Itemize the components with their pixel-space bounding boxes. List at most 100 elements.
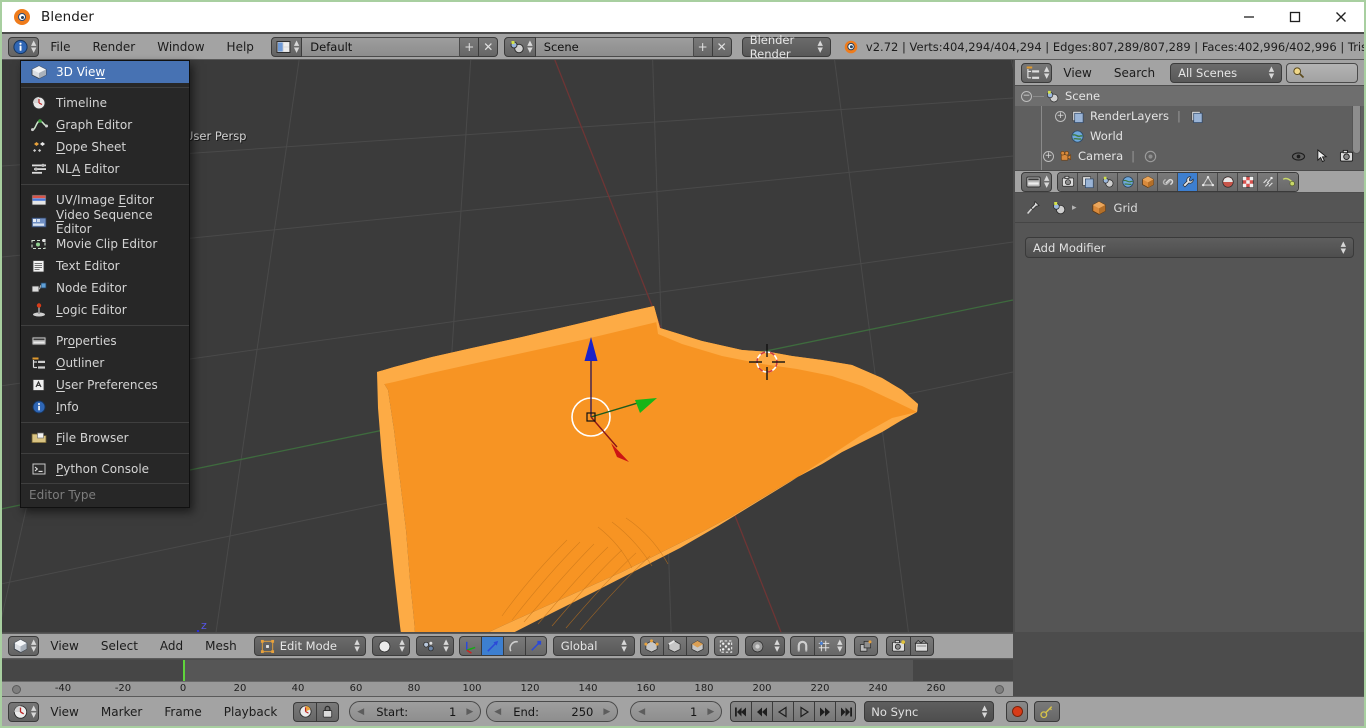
render-engine-selector[interactable]: Blender Render ▲ ▼ (741, 33, 831, 61)
tab-object[interactable] (1138, 172, 1159, 191)
editor-type-selector-properties[interactable]: ▲ ▼ (1021, 171, 1053, 192)
record-button[interactable] (1006, 701, 1029, 722)
end-frame-field[interactable]: ◀ End: 250 ▶ (486, 701, 619, 722)
timeline-scroll-right-handle[interactable] (995, 685, 1004, 694)
timeline-menu-playback[interactable]: Playback (213, 705, 289, 719)
auto-keyframe-icon[interactable] (293, 701, 317, 722)
play-reverse-icon[interactable] (772, 701, 794, 722)
menu-item-user-preferences[interactable]: User Preferences (21, 374, 189, 396)
editor-type-selector-info[interactable]: ▲ ▼ (8, 36, 40, 57)
render-image-icon[interactable] (885, 636, 910, 656)
lock-icon[interactable] (316, 701, 340, 722)
outliner-menu-view[interactable]: View (1052, 66, 1102, 80)
tab-modifiers[interactable] (1178, 172, 1199, 191)
jump-to-start-icon[interactable] (730, 701, 752, 722)
menu-item-movie-clip-editor[interactable]: Movie Clip Editor (21, 233, 189, 255)
view3d-menu-view[interactable]: View (39, 639, 89, 653)
tab-physics[interactable] (1278, 172, 1299, 191)
menu-item-info[interactable]: Info (21, 396, 189, 418)
expander-expand-icon[interactable]: + (1055, 110, 1066, 122)
tab-particles[interactable] (1258, 172, 1279, 191)
scene-icon[interactable]: ▲ ▼ (504, 36, 536, 57)
shading-selector[interactable]: ▲ ▼ (371, 636, 410, 656)
menu-item-properties[interactable]: Properties (21, 330, 189, 352)
outliner-row-renderlayers[interactable]: + RenderLayers | (1015, 106, 1364, 126)
menu-item-3d-view[interactable]: 3D View (21, 61, 189, 83)
timeline-ruler[interactable]: -40 -20 0 20 40 60 80 100 120 140 160 18… (2, 681, 1013, 696)
jump-next-keyframe-icon[interactable] (814, 701, 836, 722)
increment-arrow-icon[interactable]: ▶ (603, 707, 610, 717)
camera-data-icon[interactable] (1143, 149, 1158, 164)
screen-layout-icon[interactable]: ▲ ▼ (270, 36, 303, 57)
scene-field[interactable]: Scene (535, 36, 694, 57)
rotate-manipulator-icon[interactable] (502, 636, 525, 656)
increment-arrow-icon[interactable]: ▶ (466, 707, 473, 717)
jump-to-end-icon[interactable] (835, 701, 857, 722)
view3d-menu-mesh[interactable]: Mesh (194, 639, 248, 653)
edge-select-icon[interactable] (662, 636, 686, 656)
outliner-tree[interactable]: − Scene + RenderLayers | World + Camera … (1015, 86, 1364, 170)
menu-item-nla-editor[interactable]: NLA Editor (21, 158, 189, 180)
editor-type-selector-outliner[interactable]: ▲ ▼ (1021, 62, 1053, 83)
object-cube-icon[interactable] (1091, 200, 1107, 216)
timeline-scroll-left-handle[interactable] (12, 685, 21, 694)
camera-render-icon[interactable] (1339, 149, 1354, 163)
magnet-icon[interactable] (789, 636, 814, 656)
tab-world[interactable] (1118, 172, 1139, 191)
decrement-arrow-icon[interactable]: ◀ (357, 707, 364, 717)
cursor-arrow-icon[interactable] (1316, 149, 1329, 163)
menu-item-file-browser[interactable]: File Browser (21, 427, 189, 449)
mode-selector[interactable]: Edit Mode ▲ ▼ (253, 636, 366, 656)
editor-type-selector-view3d[interactable]: ▲ ▼ (8, 636, 40, 656)
scene-remove-button[interactable]: ✕ (712, 36, 732, 57)
current-frame-field[interactable]: ◀ 1 ▶ (630, 701, 723, 722)
outliner-row-scene[interactable]: − Scene (1015, 86, 1364, 106)
start-frame-field[interactable]: ◀ Start: 1 ▶ (349, 701, 482, 722)
editor-type-dropdown-menu[interactable]: 3D View Timeline Graph Editor Dope Sheet… (20, 60, 190, 508)
tab-scene[interactable] (1098, 172, 1119, 191)
screen-layout-field[interactable]: Default (302, 36, 461, 57)
menu-item-logic-editor[interactable]: Logic Editor (21, 299, 189, 321)
increment-arrow-icon[interactable]: ▶ (707, 707, 714, 717)
outliner-row-camera[interactable]: + Camera | (1015, 146, 1364, 166)
decrement-arrow-icon[interactable]: ◀ (638, 707, 645, 717)
minimize-icon[interactable] (1226, 2, 1272, 32)
menu-item-outliner[interactable]: Outliner (21, 352, 189, 374)
tab-render[interactable] (1058, 172, 1079, 191)
transform-orientation-selector[interactable]: Global ▲ ▼ (552, 636, 635, 656)
menu-item-graph-editor[interactable]: Graph Editor (21, 114, 189, 136)
translate-manipulator-icon[interactable] (480, 636, 503, 656)
maximize-icon[interactable] (1272, 2, 1318, 32)
limit-selection-visible-icon[interactable] (713, 636, 739, 656)
occlude-geometry-icon[interactable] (853, 636, 878, 656)
screen-layout-add-button[interactable]: + (460, 36, 480, 57)
timeline-track-area[interactable] (2, 660, 1013, 681)
close-icon[interactable] (1318, 2, 1364, 32)
menu-item-node-editor[interactable]: Node Editor (21, 277, 189, 299)
timeline-menu-frame[interactable]: Frame (153, 705, 212, 719)
expander-collapse-icon[interactable]: − (1021, 90, 1032, 102)
menu-item-python-console[interactable]: Python Console (21, 458, 189, 480)
render-animation-icon[interactable] (909, 636, 934, 656)
tab-render-layers[interactable] (1078, 172, 1099, 191)
tab-constraints[interactable] (1158, 172, 1179, 191)
timeline-playhead[interactable] (183, 660, 185, 681)
timeline-menu-marker[interactable]: Marker (90, 705, 153, 719)
menu-item-dope-sheet[interactable]: Dope Sheet (21, 136, 189, 158)
tab-data[interactable] (1198, 172, 1219, 191)
outliner-display-mode[interactable]: All Scenes ▲ ▼ (1170, 62, 1283, 83)
pin-icon[interactable] (1025, 200, 1041, 216)
menu-file[interactable]: File (39, 40, 81, 54)
view3d-menu-add[interactable]: Add (149, 639, 194, 653)
tab-texture[interactable] (1238, 172, 1259, 191)
menu-help[interactable]: Help (216, 40, 265, 54)
eye-icon[interactable] (1291, 150, 1306, 163)
expander-expand-icon[interactable]: + (1043, 150, 1054, 162)
renderlayers-data-icon[interactable] (1189, 109, 1204, 124)
play-icon[interactable] (793, 701, 815, 722)
manipulator-toggle-icon[interactable] (458, 636, 481, 656)
menu-item-text-editor[interactable]: Text Editor (21, 255, 189, 277)
scene-add-button[interactable]: + (693, 36, 713, 57)
pivot-selector[interactable]: ▲ ▼ (415, 636, 454, 656)
snap-increment-icon[interactable]: ▲ ▼ (813, 636, 846, 656)
